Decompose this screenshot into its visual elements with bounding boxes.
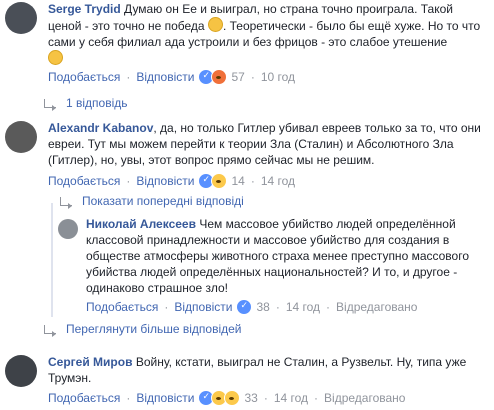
reply-actions: Подобається · Відповісти 38 · 14 год · В…	[86, 299, 417, 315]
worried-face-icon	[48, 50, 63, 65]
like-reaction-icon	[236, 299, 253, 315]
like-button[interactable]: Подобається	[48, 391, 120, 405]
comment-body: Serge Trydid Думаю он Ее и выиграл, но с…	[48, 1, 484, 67]
timestamp[interactable]: 14 год	[286, 300, 320, 314]
view-more-replies-link[interactable]: Переглянути більше відповідей	[44, 322, 241, 337]
comment-actions: Подобається · Відповісти 14 · 14 год	[48, 173, 295, 189]
reply-arrow-icon	[44, 324, 56, 337]
angry-reaction-icon	[211, 69, 228, 85]
comment-body: Сергей Миров Войну, кстати, выиграл не С…	[48, 354, 484, 386]
reaction-summary[interactable]: 38	[236, 299, 270, 315]
comment-author[interactable]: Serge Trydid	[48, 2, 121, 16]
avatar[interactable]	[5, 355, 37, 387]
reaction-summary[interactable]: 33	[198, 390, 258, 406]
comment-author[interactable]: Alexandr Kabanov	[48, 121, 153, 135]
like-button[interactable]: Подобається	[86, 300, 158, 314]
timestamp[interactable]: 14 год	[261, 174, 295, 188]
comment-author[interactable]: Николай Алексеев	[86, 217, 196, 231]
reply-button[interactable]: Відповісти	[136, 70, 194, 84]
reaction-count: 14	[231, 174, 245, 188]
timestamp[interactable]: 14 год	[274, 391, 308, 405]
like-button[interactable]: Подобається	[48, 70, 120, 84]
edited-label[interactable]: Відредаговано	[336, 300, 417, 314]
reply-arrow-icon	[44, 98, 56, 111]
reply-button[interactable]: Відповісти	[136, 391, 194, 405]
comment-body: Alexandr Kabanov, да, но только Гитлер у…	[48, 121, 481, 167]
edited-label[interactable]: Відредаговано	[324, 391, 405, 405]
worried-face-icon	[207, 17, 223, 32]
show-previous-replies-link[interactable]: Показати попередні відповіді	[60, 194, 244, 209]
reaction-summary[interactable]: 14	[198, 173, 245, 189]
reply-button[interactable]: Відповісти	[174, 300, 232, 314]
reaction-count: 33	[244, 391, 258, 405]
reaction-count: 38	[256, 300, 270, 314]
reply-body: Николай Алексеев Чем массовое убийство л…	[86, 216, 484, 296]
like-button[interactable]: Подобається	[48, 174, 120, 188]
avatar[interactable]	[58, 219, 78, 239]
comment-actions: Подобається · Відповісти 57 · 10 год	[48, 69, 295, 85]
comment-author[interactable]: Сергей Миров	[48, 355, 132, 369]
avatar[interactable]	[5, 2, 37, 34]
wow-reaction-icon	[211, 173, 228, 189]
timestamp[interactable]: 10 год	[261, 70, 295, 84]
reply-arrow-icon	[60, 196, 72, 209]
sad-reaction-icon	[224, 390, 241, 406]
comment-actions: Подобається · Відповісти 33 · 14 год · В…	[48, 390, 405, 406]
view-replies-link[interactable]: 1 відповідь	[44, 96, 128, 111]
thread-line	[51, 203, 53, 317]
reaction-count: 57	[231, 70, 245, 84]
avatar[interactable]	[5, 121, 37, 153]
reaction-summary[interactable]: 57	[198, 69, 245, 85]
reply-button[interactable]: Відповісти	[136, 174, 194, 188]
